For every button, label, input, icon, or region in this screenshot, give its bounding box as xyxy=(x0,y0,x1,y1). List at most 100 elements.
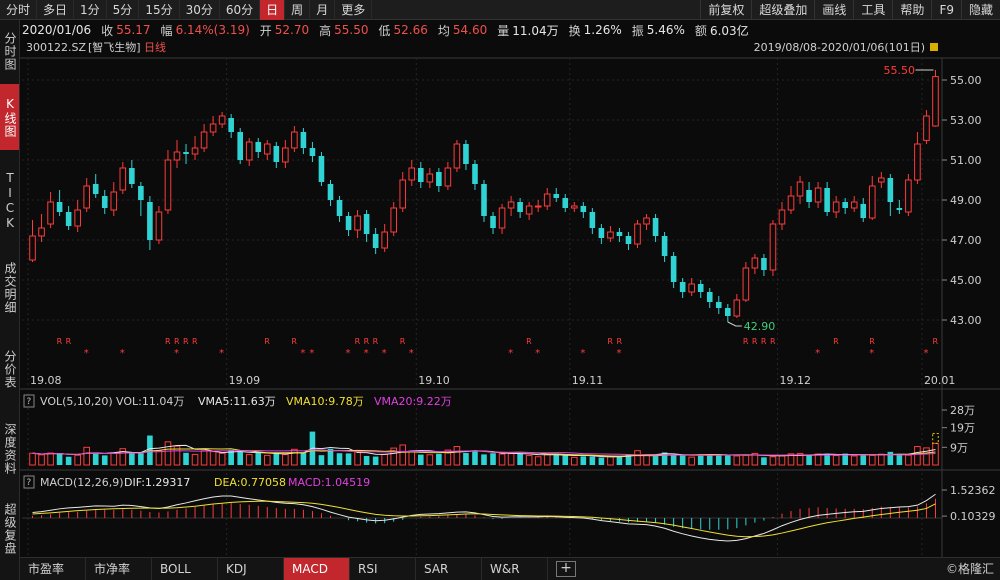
period-tab-5[interactable]: 30分 xyxy=(180,0,220,20)
vol-tick-label: 28万 xyxy=(950,404,975,417)
indicator-tab-3[interactable]: KDJ xyxy=(218,558,284,580)
vma10-value: VMA10:9.78万 xyxy=(286,395,364,408)
indicator-tab-7[interactable]: W&R xyxy=(482,558,548,580)
volume-bar xyxy=(761,457,767,465)
indicator-tab-6[interactable]: SAR xyxy=(416,558,482,580)
candle-body xyxy=(390,207,398,233)
price-tick-label: 55.00 xyxy=(950,74,982,87)
r-marker: R xyxy=(616,337,622,346)
candle-body xyxy=(850,201,858,209)
left-tab-2[interactable]: TICK xyxy=(0,162,19,240)
candle xyxy=(860,198,867,222)
candle xyxy=(209,116,217,136)
low-pointer xyxy=(727,321,742,327)
volume-bar xyxy=(381,453,388,466)
candle-body xyxy=(742,267,750,301)
toolbar-right-4[interactable]: 帮助 xyxy=(892,0,931,20)
indicator-tab-0[interactable]: 市盈率 xyxy=(20,558,86,580)
candle xyxy=(237,128,243,164)
period-tab-1[interactable]: 多日 xyxy=(37,0,75,20)
star-marker: * xyxy=(409,348,414,359)
candle xyxy=(372,228,379,254)
indicator-tab-2[interactable]: BOLL xyxy=(152,558,218,580)
add-indicator-icon[interactable]: + xyxy=(556,561,576,577)
volume-bar xyxy=(706,454,713,465)
star-marker: * xyxy=(580,348,585,359)
avg-value: 54.60 xyxy=(452,23,488,37)
star-marker: * xyxy=(815,348,820,359)
toolbar-right-3[interactable]: 工具 xyxy=(853,0,892,20)
volume-bar xyxy=(345,453,352,465)
high-value: 55.50 xyxy=(334,23,369,37)
high-annotation: 55.50 xyxy=(883,64,915,77)
volume-bar xyxy=(507,453,515,466)
period-tab-6[interactable]: 60分 xyxy=(220,0,261,20)
candle xyxy=(318,152,325,186)
candle xyxy=(345,212,352,236)
period-tab-2[interactable]: 1分 xyxy=(74,0,107,20)
candle-body xyxy=(887,178,894,202)
candle-body xyxy=(923,115,930,141)
candle-body xyxy=(345,216,352,230)
period-tab-0[interactable]: 分时 xyxy=(0,0,38,20)
candle xyxy=(742,262,750,302)
volume-bar xyxy=(832,455,840,466)
kline-chart-area[interactable]: 300122.SZ [智飞生物] 日线 2019/08/08-2020/01/0… xyxy=(20,40,1000,557)
candle xyxy=(218,112,226,128)
quote-info-bar: 2020/01/06 收 55.17 幅 6.14%(3.19) 开 52.70… xyxy=(0,20,1000,40)
candle-body xyxy=(218,115,226,125)
period-tab-10[interactable]: 更多 xyxy=(335,0,373,20)
volume-bar xyxy=(83,446,90,466)
candle-body xyxy=(47,201,54,225)
volume-bar xyxy=(408,450,416,466)
toolbar-right-5[interactable]: F9 xyxy=(931,0,961,20)
period-tab-3[interactable]: 5分 xyxy=(107,0,140,20)
candle xyxy=(309,142,316,162)
candle xyxy=(65,206,72,230)
toolbar-right-0[interactable]: 前复权 xyxy=(700,0,751,20)
candle xyxy=(706,288,713,308)
candle xyxy=(652,214,659,242)
candle-body xyxy=(769,223,777,271)
lock-icon[interactable] xyxy=(930,43,938,51)
candle-body xyxy=(155,211,163,241)
star-marker: * xyxy=(508,348,513,359)
toolbar-right-6[interactable]: 隐藏 xyxy=(960,0,1000,20)
candle-body xyxy=(688,283,695,293)
candle xyxy=(92,174,99,198)
candle-body xyxy=(228,118,234,132)
period-tab-4[interactable]: 15分 xyxy=(139,0,180,20)
candle xyxy=(824,182,830,216)
candle xyxy=(74,200,81,232)
volume-bar xyxy=(463,453,469,465)
left-tab-3[interactable]: 成交明细 xyxy=(0,245,19,331)
left-tab-4[interactable]: 分价表 xyxy=(0,338,19,400)
indicator-tab-4[interactable]: MACD xyxy=(284,558,350,580)
candle xyxy=(354,210,361,238)
period-tab-9[interactable]: 月 xyxy=(310,0,336,20)
left-tab-6[interactable]: 超级复盘 xyxy=(0,478,19,580)
candle-body xyxy=(490,216,496,228)
candle-body xyxy=(29,235,36,261)
volume-bar xyxy=(806,455,812,465)
candle xyxy=(228,114,234,138)
toolbar-right-1[interactable]: 超级叠加 xyxy=(751,0,814,20)
candle xyxy=(832,196,840,218)
period-tab-7[interactable]: 日 xyxy=(260,0,286,20)
volume-bar xyxy=(570,456,578,466)
candle-body xyxy=(715,302,722,308)
left-tab-1[interactable]: K线图 xyxy=(0,84,19,150)
period-tab-8[interactable]: 周 xyxy=(285,0,311,20)
r-marker: R xyxy=(833,337,839,346)
volume-bar xyxy=(670,455,677,465)
candle xyxy=(905,174,912,216)
open-value: 52.70 xyxy=(274,23,310,37)
vol-tick-label: 19万 xyxy=(950,422,975,435)
volume-bar xyxy=(697,454,704,465)
r-marker: R xyxy=(761,337,767,346)
left-tab-0[interactable]: 分时图 xyxy=(0,22,19,80)
volume-bar xyxy=(38,454,45,466)
toolbar-right-2[interactable]: 画线 xyxy=(814,0,853,20)
indicator-tab-5[interactable]: RSI xyxy=(350,558,416,580)
indicator-tab-1[interactable]: 市净率 xyxy=(86,558,152,580)
